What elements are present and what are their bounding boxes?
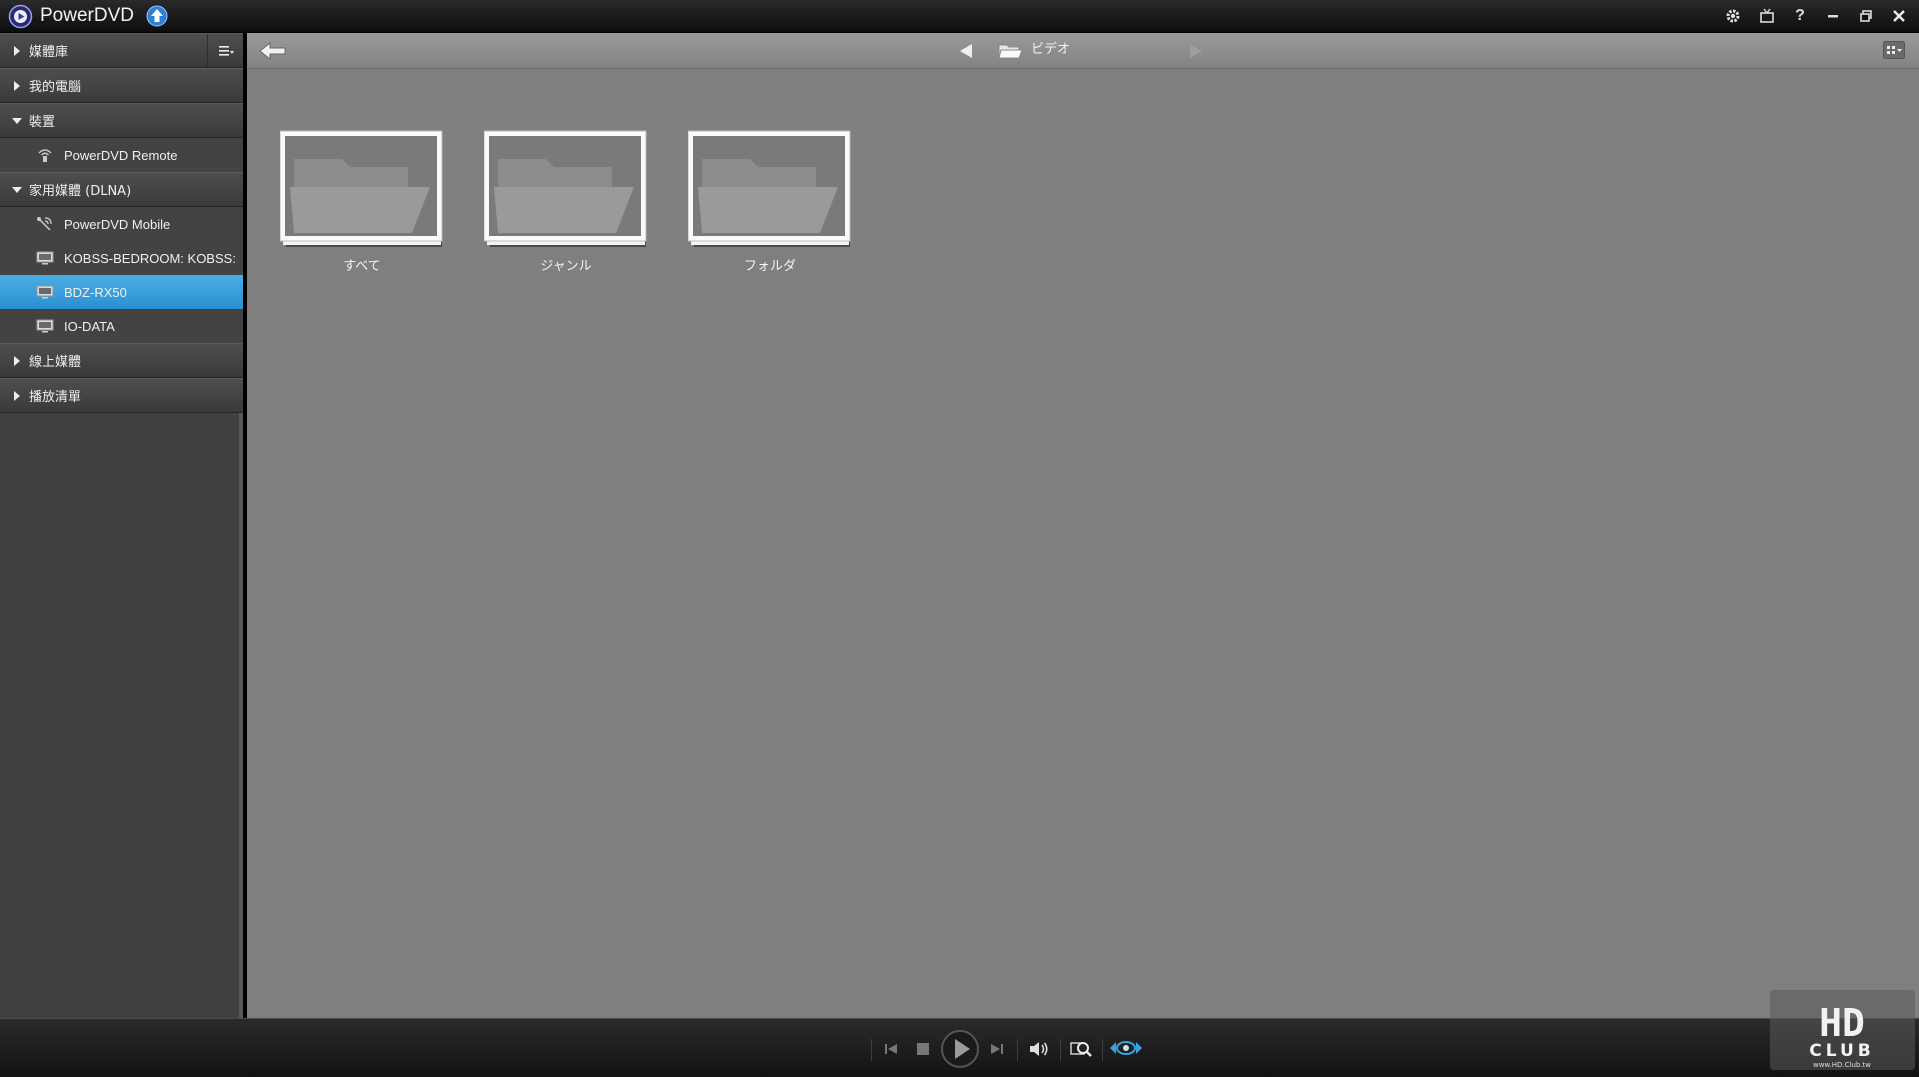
sidebar-section-my-computer[interactable]: 我的電腦 (0, 68, 243, 103)
volume-icon (1030, 1042, 1048, 1056)
sidebar-item-label: KOBSS-BEDROOM: KOBSS: (64, 250, 236, 266)
sidebar-section-label: 裝置 (29, 115, 56, 130)
play-button[interactable] (940, 1029, 980, 1069)
trueTheater-3d-button[interactable] (1108, 1035, 1144, 1061)
volume-button[interactable] (1026, 1037, 1052, 1061)
sidebar-section-home-media-dlna[interactable]: 家用媒體 (DLNA) (0, 172, 243, 207)
playback-bar (0, 1018, 1919, 1077)
powerdvd-logo-icon (8, 4, 33, 29)
monitor-icon (36, 318, 54, 334)
sidebar-item-kobss-bedroom[interactable]: KOBSS-BEDROOM: KOBSS: (0, 241, 243, 275)
tv-mode-icon[interactable] (1756, 5, 1778, 27)
next-track-button[interactable] (986, 1039, 1008, 1059)
content-area: ビデオ すべて ジャンル フォルダ (247, 33, 1919, 1018)
monitor-icon (36, 284, 54, 300)
folder-label: フォルダ (743, 259, 796, 274)
sidebar-section-label: 線上媒體 (29, 355, 82, 370)
sidebar-section-media-library[interactable]: 媒體庫 (0, 33, 243, 68)
folder-tile-all[interactable]: すべて (277, 129, 447, 279)
sidebar-item-io-data[interactable]: IO-DATA (0, 309, 243, 343)
breadcrumb-label: ビデオ (1031, 42, 1071, 57)
expand-arrow-icon (12, 390, 22, 401)
sidebar-section-devices[interactable]: 裝置 (0, 103, 243, 138)
sidebar-item-label: PowerDVD Mobile (64, 216, 171, 232)
skip-forward-icon (991, 1044, 1003, 1054)
close-icon[interactable] (1888, 5, 1910, 27)
folder-icon (688, 130, 851, 247)
sidebar-section-online-media[interactable]: 線上媒體 (0, 343, 243, 378)
eye-icon (1110, 1041, 1142, 1055)
folder-tile-genre[interactable]: ジャンル (481, 129, 651, 279)
divider (1017, 1039, 1018, 1061)
collapse-arrow-icon (12, 185, 22, 195)
remote-icon (36, 147, 54, 163)
folder-icon (484, 130, 647, 247)
collapse-arrow-icon (12, 116, 22, 126)
divider (1060, 1039, 1061, 1061)
sidebar: 媒體庫 我的電腦 裝置 PowerDVD Remote 家用媒體 (DLNA) … (0, 33, 243, 1018)
hd-club-watermark-logo: HD CLUB www.HD.Club.tw (1770, 990, 1915, 1070)
stop-button[interactable] (912, 1039, 934, 1059)
expand-arrow-icon (12, 45, 22, 56)
restore-icon[interactable] (1855, 5, 1877, 27)
sidebar-menu-button[interactable] (207, 34, 243, 67)
mobile-icon (36, 216, 54, 232)
sidebar-section-label: 媒體庫 (29, 45, 69, 60)
folder-label: ジャンル (540, 259, 592, 274)
update-arrow-icon[interactable] (146, 5, 168, 27)
divider (871, 1039, 872, 1061)
next-arrow-icon[interactable] (1187, 43, 1205, 59)
svg-text:CLUB: CLUB (1809, 1041, 1874, 1061)
zoom-button[interactable] (1068, 1037, 1094, 1061)
skip-back-icon (885, 1044, 897, 1054)
sidebar-item-label: PowerDVD Remote (64, 147, 178, 163)
sidebar-item-label: IO-DATA (64, 318, 115, 334)
svg-text:www.HD.Club.tw: www.HD.Club.tw (1813, 1061, 1871, 1069)
settings-gear-icon[interactable] (1722, 5, 1744, 27)
sidebar-section-playlists[interactable]: 播放清單 (0, 378, 243, 413)
folder-tile-folder[interactable]: フォルダ (685, 129, 855, 279)
zoom-magnifier-icon (1070, 1042, 1092, 1057)
previous-arrow-icon[interactable] (957, 43, 975, 59)
svg-text:HD: HD (1819, 1001, 1865, 1045)
previous-track-button[interactable] (880, 1039, 902, 1059)
content-toolbar: ビデオ (247, 33, 1919, 69)
app-title: PowerDVD (40, 5, 134, 26)
back-arrow-icon (259, 41, 286, 61)
sidebar-item-bdz-rx50[interactable]: BDZ-RX50 (0, 275, 243, 309)
sidebar-item-powerdvd-mobile[interactable]: PowerDVD Mobile (0, 207, 243, 241)
help-icon[interactable]: ? (1789, 5, 1811, 27)
back-button[interactable] (257, 39, 289, 63)
view-mode-button[interactable] (1881, 39, 1907, 61)
expand-arrow-icon (12, 355, 22, 366)
sidebar-section-label: 我的電腦 (29, 80, 82, 95)
grid-view-icon (1883, 41, 1905, 59)
title-bar: PowerDVD ? (0, 0, 1919, 33)
list-menu-icon (218, 45, 234, 56)
divider (1102, 1039, 1103, 1061)
sidebar-item-powerdvd-remote[interactable]: PowerDVD Remote (0, 138, 243, 172)
folder-icon (280, 130, 443, 247)
expand-arrow-icon (12, 80, 22, 91)
sidebar-section-label: 播放清單 (29, 390, 82, 405)
sidebar-item-label: BDZ-RX50 (64, 284, 127, 300)
sidebar-section-label: 家用媒體 (DLNA) (29, 184, 132, 199)
minimize-icon[interactable] (1822, 5, 1844, 27)
play-icon (941, 1030, 979, 1068)
monitor-icon (36, 250, 54, 266)
folder-icon (998, 44, 1023, 59)
stop-icon (917, 1043, 929, 1055)
folder-label: すべて (343, 259, 381, 274)
